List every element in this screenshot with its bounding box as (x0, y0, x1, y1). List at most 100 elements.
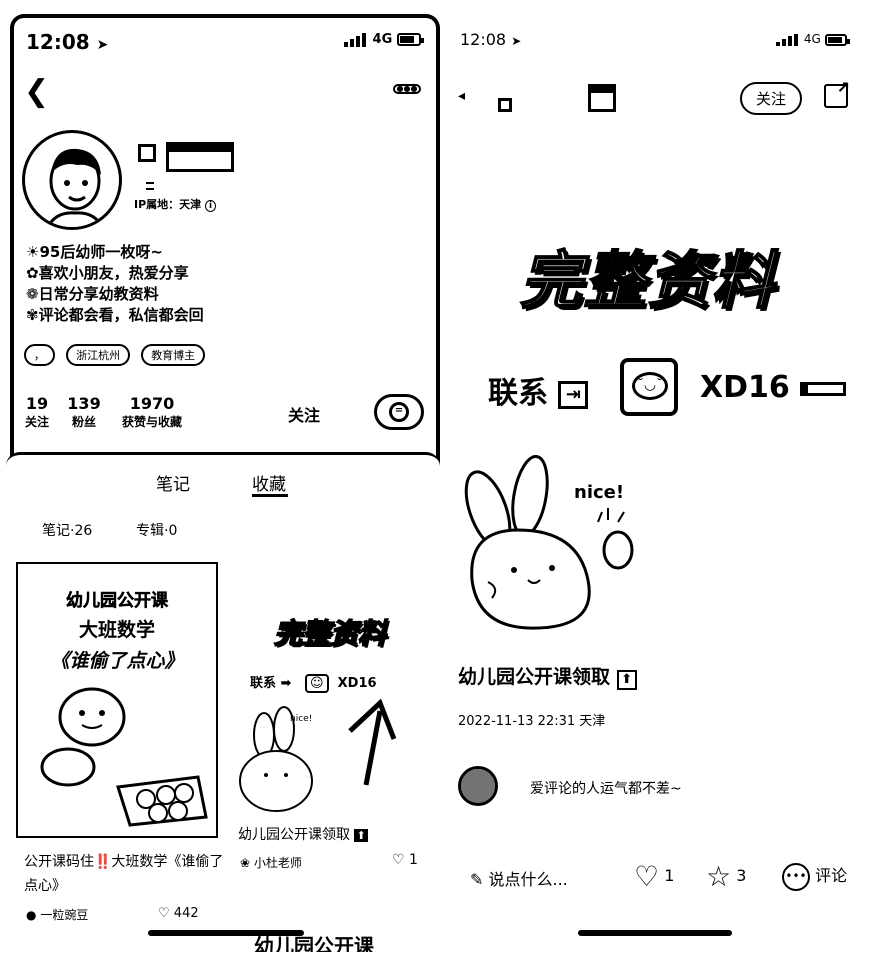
bow-icon: ✾ (26, 306, 39, 324)
bio-text: 喜欢小朋友，热爱分享 (38, 264, 189, 282)
name-block (138, 144, 156, 162)
stat-label: 获赞与收藏 (121, 415, 182, 429)
note-card-likes[interactable]: ♡ 442 (158, 906, 199, 921)
redacted-id-block (800, 381, 847, 396)
bio-line: ✿喜欢小朋友，热爱分享 (26, 263, 204, 284)
post-title: 幼儿园公开课领取 ⬆ (458, 662, 637, 690)
location-arrow-icon: ➤ (96, 37, 109, 53)
note-card-title[interactable]: 公开课码住‼️大班数学《谁偷了点心》 (24, 850, 224, 898)
status-time: 12:08 ➤ (26, 30, 108, 54)
author-avatar-icon: ● (26, 908, 37, 922)
location-arrow-icon: ➤ (511, 34, 522, 48)
follow-button[interactable]: 关注 (740, 82, 803, 115)
comment-prompt[interactable]: 爱评论的人运气都不差~ (530, 778, 682, 798)
message-button[interactable]: = (374, 394, 424, 430)
bio-text: 评论都会看，私信都会回 (38, 306, 204, 324)
info-icon[interactable]: i (205, 200, 217, 212)
more-icon[interactable]: ●●● (393, 84, 421, 94)
status-time-text: 12:08 (460, 30, 507, 49)
stat-followers[interactable]: 139 粉丝 (66, 394, 102, 430)
tab-collections[interactable]: 收藏 (252, 470, 286, 495)
stat-number: 19 (25, 394, 49, 413)
comment-input-placeholder: 说点什么... (488, 870, 568, 889)
contact-id: XD16 (700, 370, 790, 405)
back-icon[interactable]: ❮ (24, 74, 49, 109)
poster-line: 《谁偷了点心》 (50, 650, 184, 672)
poster-contact-label: 联系 (250, 676, 277, 691)
ip-location-text: IP属地：天津 (134, 198, 202, 211)
author-name: 小杜老师 (253, 856, 302, 870)
up-arrow-icon: ⬆ (616, 670, 637, 690)
tag-pill[interactable]: 教育博主 (141, 344, 206, 366)
note-card-image[interactable]: 完整资料 联系 ➡ ☺ XD16 nice! (230, 562, 430, 828)
kid-icon: ✿ (26, 264, 39, 282)
avatar[interactable] (22, 130, 122, 230)
stat-label: 关注 (24, 415, 49, 429)
name-block (166, 142, 234, 172)
signal-icon (344, 32, 368, 47)
battery-icon (396, 33, 424, 46)
note-card-author[interactable]: ● 一粒豌豆 (26, 906, 88, 923)
poster-nice-text: nice! (290, 714, 312, 724)
subtab-albums[interactable]: 专辑·0 (136, 520, 177, 540)
heart-icon: ♡ (634, 860, 660, 893)
nice-text: nice! (574, 482, 625, 503)
post-title-text: 幼儿园公开课领取 (458, 666, 611, 688)
chat-bubble-icon: ••• (782, 862, 810, 891)
home-indicator (578, 930, 732, 936)
stat-likes[interactable]: 1970 获赞与收藏 (116, 394, 188, 430)
ip-location: IP属地：天津 i (134, 196, 217, 212)
status-time: 12:08 ➤ (460, 30, 521, 49)
note-card-title[interactable]: 幼儿园公开课领取 ⬆ (238, 824, 368, 844)
status-indicators: 4G (776, 32, 850, 46)
collect-button[interactable]: ☆ 3 (706, 860, 746, 893)
follow-button[interactable]: 关注 (288, 402, 320, 426)
chat-icon: = (389, 402, 409, 422)
author-avatar-icon: ❀ (240, 856, 251, 870)
sun-icon: ☀ (26, 243, 40, 261)
comment-input[interactable]: ✎ 说点什么... (470, 866, 568, 890)
contact-id-row: XD16 (700, 370, 847, 405)
heart-icon: ♡ (392, 852, 405, 868)
profile-tags: ， 浙江杭州 教育博主 (24, 344, 211, 366)
star-count: 3 (736, 866, 747, 885)
bio-line: ☀95后幼师一枚呀~ (26, 242, 204, 263)
like-button[interactable]: ♡ 1 (634, 860, 674, 893)
note-card-likes[interactable]: ♡ 1 (392, 852, 418, 868)
battery-icon (824, 33, 850, 46)
note-card-author[interactable]: ❀ 小杜老师 (240, 854, 302, 871)
poster-title: 完整资料 (519, 243, 777, 318)
home-indicator (148, 930, 304, 936)
pencil-icon: ✎ (470, 870, 484, 889)
signal-icon (776, 32, 800, 46)
share-icon[interactable]: ↗ (824, 78, 850, 108)
poster-id: XD16 (337, 676, 377, 691)
arrow-box-icon: ➡ (280, 676, 292, 691)
status-time-text: 12:08 (26, 30, 90, 54)
contact-label: 联系 (488, 376, 548, 411)
bio-text: 日常分享幼教资料 (38, 285, 159, 303)
wechat-icon: ☺ (305, 674, 329, 693)
id-mark (146, 182, 154, 190)
author-name-block (588, 84, 616, 112)
tag-pill[interactable]: ， (24, 344, 55, 366)
status-indicators: 4G (344, 32, 424, 47)
commenter-avatar[interactable] (458, 766, 498, 806)
bio-text: 95后幼师一枚呀~ (39, 243, 163, 261)
bio-line: ✾评论都会看，私信都会回 (26, 305, 204, 326)
wechat-icon: ˘◡˘ (620, 358, 678, 416)
poster-contact-row: 联系 ➡ ☺ XD16 (250, 672, 430, 693)
stat-number: 139 (67, 394, 101, 413)
tab-indicator (252, 494, 288, 497)
comment-button[interactable]: ••• 评论 (782, 862, 847, 891)
tab-notes[interactable]: 笔记 (156, 470, 190, 495)
poster-title: 完整资料 (273, 616, 387, 651)
tag-pill[interactable]: 浙江杭州 (66, 344, 131, 366)
note-card-image[interactable]: 幼儿园公开课 大班数学 《谁偷了点心》 (16, 562, 218, 838)
post-meta: 2022-11-13 22:31 天津 (458, 714, 606, 729)
subtab-notes[interactable]: 笔记·26 (42, 520, 92, 540)
stat-following[interactable]: 19 关注 (24, 394, 50, 430)
author-name-block (498, 98, 512, 112)
back-icon[interactable]: ◂ (458, 88, 465, 104)
like-count: 442 (173, 906, 199, 921)
